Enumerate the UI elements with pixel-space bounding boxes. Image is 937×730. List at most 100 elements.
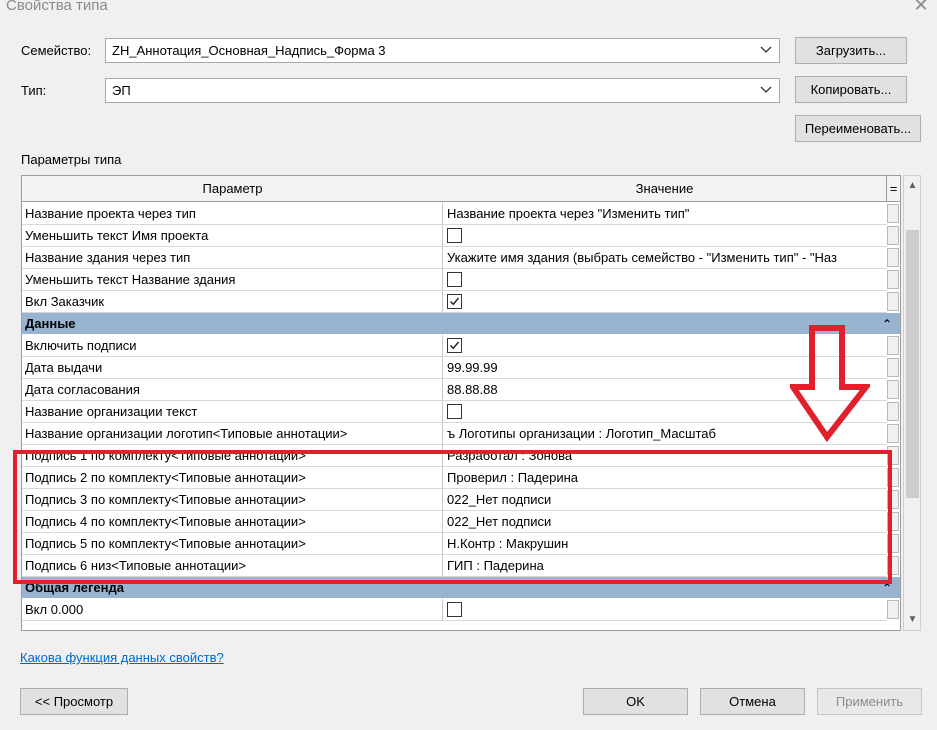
row-extra-button[interactable] (887, 380, 899, 399)
table-row[interactable]: Вкл Заказчик (22, 291, 900, 313)
red-arrow-icon (790, 325, 870, 443)
filter-icon[interactable]: = (887, 176, 900, 202)
row-extra-button[interactable] (887, 512, 899, 531)
param-name: Включить подписи (22, 335, 443, 357)
param-value-text: ГИП : Падерина (447, 558, 544, 573)
column-header-value[interactable]: Значение (443, 176, 887, 202)
table-row[interactable]: Дата выдачи 99.99.99 (22, 357, 900, 379)
param-value[interactable]: 022_Нет подписи (443, 489, 887, 511)
ok-button[interactable]: OK (583, 688, 688, 715)
table-row[interactable]: Подпись 3 по комплекту<Типовые аннотации… (22, 489, 900, 511)
row-extra-button[interactable] (887, 556, 899, 575)
copy-button[interactable]: Копировать... (795, 76, 907, 103)
param-value[interactable]: Разработал : Зонова (443, 445, 887, 467)
param-value[interactable] (443, 291, 887, 313)
param-name: Название организации логотип<Типовые анн… (22, 423, 443, 445)
chevron-down-icon (760, 46, 772, 53)
row-extra-button[interactable] (887, 534, 899, 553)
family-value: ZH_Аннотация_Основная_Надпись_Форма 3 (112, 43, 386, 58)
param-value-text: Разработал : Зонова (447, 448, 573, 463)
param-name: Дата выдачи (22, 357, 443, 379)
cancel-button[interactable]: Отмена (700, 688, 805, 715)
param-value-text: Проверил : Падерина (447, 470, 578, 485)
preview-button[interactable]: << Просмотр (20, 688, 128, 715)
row-extra-button[interactable] (887, 468, 899, 487)
param-value-text: 99.99.99 (447, 360, 498, 375)
help-link[interactable]: Какова функция данных свойств? (20, 650, 224, 665)
row-extra-button[interactable] (887, 204, 899, 223)
row-extra-button[interactable] (887, 226, 899, 245)
param-value[interactable]: Название проекта через "Изменить тип" (443, 203, 887, 225)
table-row[interactable]: Включить подписи (22, 335, 900, 357)
row-extra-button[interactable] (887, 600, 899, 619)
close-icon[interactable]: ✕ (908, 0, 934, 16)
collapse-icon[interactable]: ⌃ (882, 313, 892, 335)
param-name: Название здания через тип (22, 247, 443, 269)
collapse-icon[interactable]: ⌃ (882, 577, 892, 599)
row-extra-button[interactable] (887, 446, 899, 465)
param-value[interactable] (443, 599, 887, 621)
param-value[interactable]: ГИП : Падерина (443, 555, 887, 577)
row-extra-button[interactable] (887, 490, 899, 509)
param-value[interactable]: Н.Контр : Макрушин (443, 533, 887, 555)
param-name: Подпись 3 по комплекту<Типовые аннотации… (22, 489, 443, 511)
param-value[interactable]: Проверил : Падерина (443, 467, 887, 489)
load-button[interactable]: Загрузить... (795, 37, 907, 64)
table-row[interactable]: Название здания через тип Укажите имя зда… (22, 247, 900, 269)
table-row[interactable]: Вкл 0.000 (22, 599, 900, 621)
checkbox[interactable] (447, 272, 462, 287)
param-value[interactable] (443, 269, 887, 291)
group-header[interactable]: Общая легенда ⌃ (22, 577, 900, 599)
checkbox[interactable] (447, 602, 462, 617)
param-name: Подпись 5 по комплекту<Типовые аннотации… (22, 533, 443, 555)
param-name: Название проекта через тип (22, 203, 443, 225)
row-extra-button[interactable] (887, 248, 899, 267)
family-select[interactable]: ZH_Аннотация_Основная_Надпись_Форма 3 (105, 38, 780, 63)
table-row[interactable]: Уменьшить текст Имя проекта (22, 225, 900, 247)
table-row[interactable]: Подпись 4 по комплекту<Типовые аннотации… (22, 511, 900, 533)
checkbox[interactable] (447, 404, 462, 419)
table-row[interactable]: Подпись 1 по комплекту<Типовые аннотации… (22, 445, 900, 467)
table-row[interactable]: Название организации логотип<Типовые анн… (22, 423, 900, 445)
row-extra-button[interactable] (887, 358, 899, 377)
param-value[interactable]: Укажите имя здания (выбрать семейство - … (443, 247, 887, 269)
apply-button[interactable]: Применить (817, 688, 922, 715)
checkbox[interactable] (447, 228, 462, 243)
type-select[interactable]: ЭП (105, 78, 780, 103)
row-extra-button[interactable] (887, 336, 899, 355)
rename-button[interactable]: Переименовать... (795, 115, 921, 142)
param-name: Подпись 4 по комплекту<Типовые аннотации… (22, 511, 443, 533)
group-header[interactable]: Данные ⌃ (22, 313, 900, 335)
table-row[interactable]: Подпись 2 по комплекту<Типовые аннотации… (22, 467, 900, 489)
row-extra-button[interactable] (887, 402, 899, 421)
checkbox-checked[interactable] (447, 294, 462, 309)
row-extra-button[interactable] (887, 292, 899, 311)
param-name: Название организации текст (22, 401, 443, 423)
scroll-down-icon[interactable]: ▼ (905, 612, 920, 628)
type-params-label: Параметры типа (21, 152, 122, 167)
table-row[interactable]: Название организации текст (22, 401, 900, 423)
param-name: Уменьшить текст Название здания (22, 269, 443, 291)
param-value[interactable]: 022_Нет подписи (443, 511, 887, 533)
table-row[interactable]: Подпись 5 по комплекту<Типовые аннотации… (22, 533, 900, 555)
check-icon (450, 341, 460, 350)
type-value: ЭП (112, 83, 131, 98)
column-header-parameter[interactable]: Параметр (22, 176, 444, 202)
param-name: Уменьшить текст Имя проекта (22, 225, 443, 247)
table-row[interactable]: Название проекта через тип Название проек… (22, 203, 900, 225)
row-extra-button[interactable] (887, 424, 899, 443)
param-name: Вкл Заказчик (22, 291, 443, 313)
param-value[interactable] (443, 225, 887, 247)
param-value-text: Н.Контр : Макрушин (447, 536, 569, 551)
scroll-up-icon[interactable]: ▲ (905, 178, 920, 194)
row-extra-button[interactable] (887, 270, 899, 289)
type-label: Тип: (21, 83, 47, 98)
group-title: Данные (25, 316, 76, 331)
grid-scrollbar[interactable]: ▲ ▼ (903, 175, 921, 631)
scroll-thumb[interactable] (906, 230, 919, 498)
checkbox-checked[interactable] (447, 338, 462, 353)
table-row[interactable]: Подпись 6 низ<Типовые аннотации> ГИП : Па… (22, 555, 900, 577)
table-row[interactable]: Дата согласования 88.88.88 (22, 379, 900, 401)
check-icon (450, 297, 460, 306)
table-row[interactable]: Уменьшить текст Название здания (22, 269, 900, 291)
